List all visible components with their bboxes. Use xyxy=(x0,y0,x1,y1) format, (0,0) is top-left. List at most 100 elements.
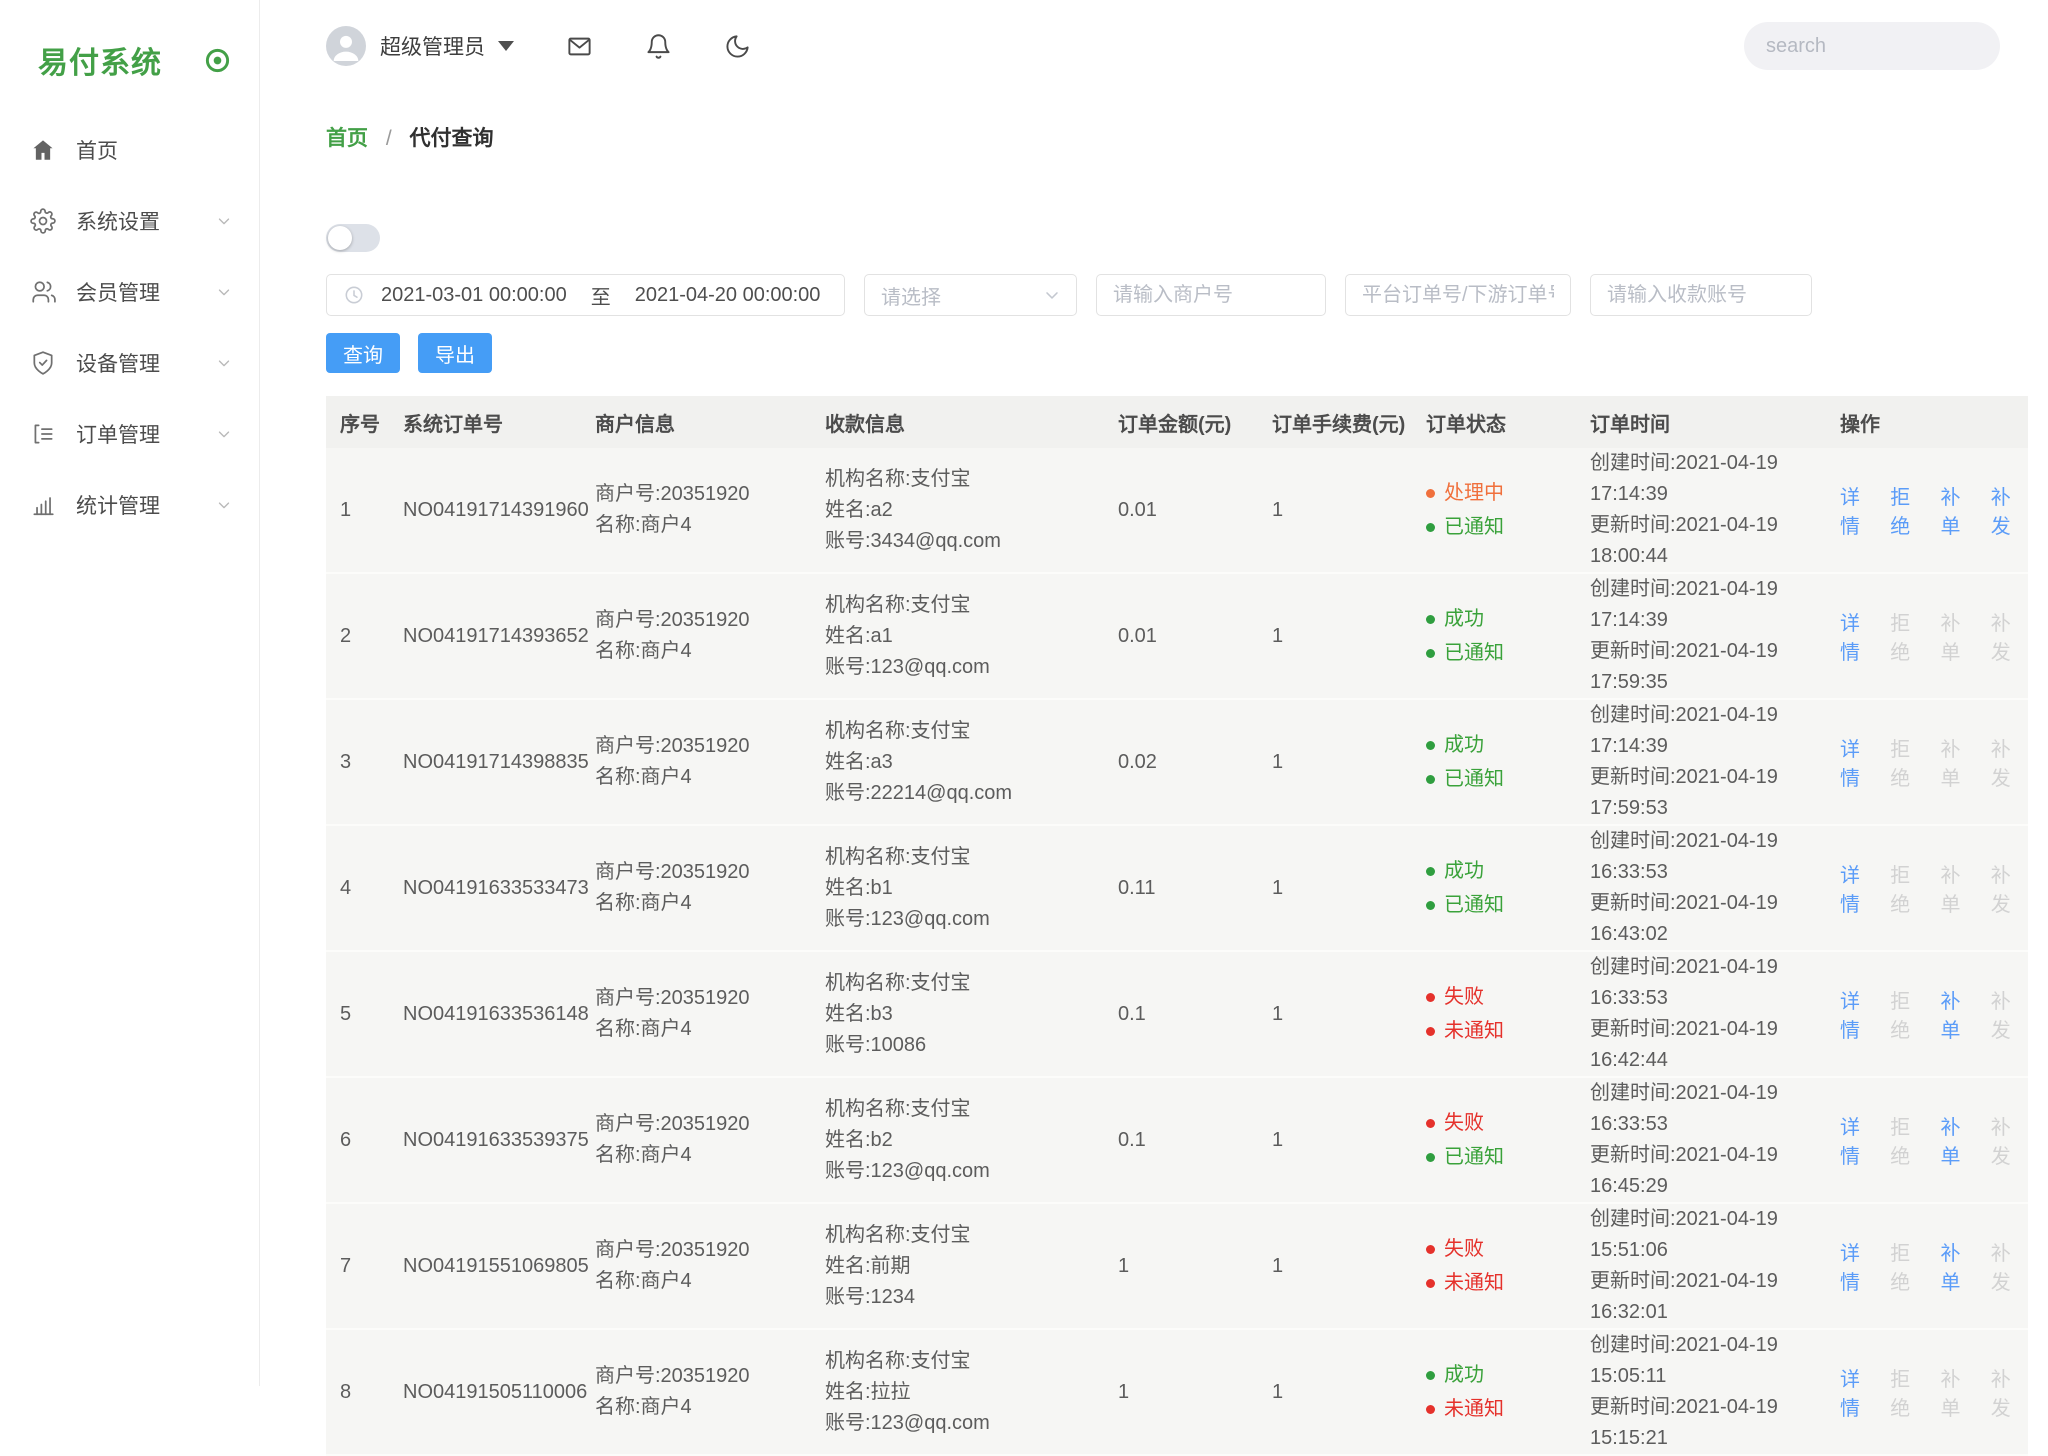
action-detail[interactable]: 详情 xyxy=(1840,859,1877,917)
action-reorder: 补单 xyxy=(1941,859,1978,917)
action-detail[interactable]: 详情 xyxy=(1840,607,1877,665)
time-line: 更新时间:2021-04-19 18:00:44 xyxy=(1590,510,1840,572)
avatar[interactable] xyxy=(326,26,366,66)
status-badge: 已通知 xyxy=(1426,1140,1578,1174)
order-no-cell: NO04191633536148 xyxy=(403,999,595,1030)
status-cell: 失败未通知 xyxy=(1418,1232,1578,1300)
merchant-line: 名称:商户4 xyxy=(595,1392,825,1423)
column-header: 订单状态 xyxy=(1418,408,1578,437)
payee-info-cell: 机构名称:支付宝姓名:a3账号:22214@qq.com xyxy=(825,716,1110,809)
payee-line: 姓名:前期 xyxy=(825,1251,1110,1282)
order-amount: 0.02 xyxy=(1118,747,1262,778)
action-detail[interactable]: 详情 xyxy=(1840,481,1877,539)
actions-cell: 详情拒绝补单补发 xyxy=(1840,1237,2028,1295)
time-cell: 创建时间:2021-04-19 15:05:11更新时间:2021-04-19 … xyxy=(1578,1330,1840,1454)
action-reorder[interactable]: 补单 xyxy=(1941,1237,1978,1295)
merchant-line: 名称:商户4 xyxy=(595,1014,825,1045)
amount-cell: 0.02 xyxy=(1110,747,1262,778)
status-dot xyxy=(1426,649,1435,658)
time-cell: 创建时间:2021-04-19 17:14:39更新时间:2021-04-19 … xyxy=(1578,448,1840,572)
sidebar-item-member-management[interactable]: 会员管理 xyxy=(0,256,259,327)
action-detail[interactable]: 详情 xyxy=(1840,733,1877,791)
time-cell: 创建时间:2021-04-19 17:14:39更新时间:2021-04-19 … xyxy=(1578,700,1840,824)
status-select[interactable]: 请选择 xyxy=(864,274,1077,316)
action-resend[interactable]: 补发 xyxy=(1991,481,2028,539)
column-header: 订单金额(元) xyxy=(1110,408,1262,437)
order-no-input[interactable] xyxy=(1362,284,1554,307)
sidebar-item-label: 系统设置 xyxy=(76,206,215,236)
status-cell: 成功已通知 xyxy=(1418,602,1578,670)
merchant-line: 名称:商户4 xyxy=(595,762,825,793)
payee-info-cell: 机构名称:支付宝姓名:b2账号:123@qq.com xyxy=(825,1094,1110,1187)
action-detail[interactable]: 详情 xyxy=(1840,985,1877,1043)
sidebar-item-label: 首页 xyxy=(76,135,215,165)
merchant-line: 名称:商户4 xyxy=(595,510,825,541)
order-fee: 1 xyxy=(1272,1125,1418,1156)
action-reject[interactable]: 拒绝 xyxy=(1890,481,1927,539)
sidebar-item-system-settings[interactable]: 系统设置 xyxy=(0,185,259,256)
action-resend: 补发 xyxy=(1991,733,2028,791)
order-no: NO04191505110006 xyxy=(403,1377,595,1408)
sidebar-item-device-management[interactable]: 设备管理 xyxy=(0,327,259,398)
user-dropdown[interactable]: 超级管理员 xyxy=(326,26,514,66)
action-detail[interactable]: 详情 xyxy=(1840,1363,1877,1421)
status-badge: 已通知 xyxy=(1426,762,1578,796)
sidebar-menu: 首页 系统设置 会员管理 设备管理 订单管理 统计管理 xyxy=(0,114,259,540)
action-reject: 拒绝 xyxy=(1890,1363,1927,1421)
time-line: 创建时间:2021-04-19 16:33:53 xyxy=(1590,826,1840,888)
date-range-picker[interactable]: 2021-03-01 00:00:00 至 2021-04-20 00:00:0… xyxy=(326,274,845,316)
status-cell: 成功已通知 xyxy=(1418,854,1578,922)
action-detail[interactable]: 详情 xyxy=(1840,1111,1877,1169)
table-row: 6NO04191633539375商户号:20351920名称:商户4机构名称:… xyxy=(326,1078,2028,1204)
status-label: 成功 xyxy=(1444,1358,1484,1392)
mail-icon[interactable] xyxy=(566,33,593,60)
filter-toggle-switch[interactable] xyxy=(326,224,380,252)
chart-icon xyxy=(30,492,56,518)
breadcrumb-home-link[interactable]: 首页 xyxy=(326,127,368,150)
status-label: 未通知 xyxy=(1444,1392,1504,1426)
target-collapse-icon[interactable] xyxy=(204,47,231,74)
table-row: 1NO04191714391960商户号:20351920名称:商户4机构名称:… xyxy=(326,448,2028,574)
status-label: 已通知 xyxy=(1444,510,1504,544)
row-index-cell: 5 xyxy=(326,999,403,1030)
date-end-value: 2021-04-20 00:00:00 xyxy=(635,284,821,307)
payee-line: 姓名:b2 xyxy=(825,1125,1110,1156)
action-reorder[interactable]: 补单 xyxy=(1941,1111,1978,1169)
time-line: 创建时间:2021-04-19 15:05:11 xyxy=(1590,1330,1840,1392)
action-reorder[interactable]: 补单 xyxy=(1941,481,1978,539)
merchant-no-input[interactable] xyxy=(1113,284,1309,307)
time-line: 创建时间:2021-04-19 16:33:53 xyxy=(1590,952,1840,1014)
action-reorder[interactable]: 补单 xyxy=(1941,985,1978,1043)
sidebar-item-order-management[interactable]: 订单管理 xyxy=(0,398,259,469)
fee-cell: 1 xyxy=(1262,1377,1418,1408)
export-button[interactable]: 导出 xyxy=(418,333,492,373)
bell-icon[interactable] xyxy=(645,33,672,60)
sidebar-item-home[interactable]: 首页 xyxy=(0,114,259,185)
home-icon xyxy=(30,137,56,163)
moon-icon[interactable] xyxy=(724,33,751,60)
order-no-cell: NO04191551069805 xyxy=(403,1251,595,1282)
time-line: 更新时间:2021-04-19 15:15:21 xyxy=(1590,1392,1840,1454)
action-reject: 拒绝 xyxy=(1890,1237,1927,1295)
sidebar-item-statistics-management[interactable]: 统计管理 xyxy=(0,469,259,540)
search-input[interactable] xyxy=(1766,35,2031,58)
column-header: 操作 xyxy=(1840,408,2028,437)
row-index-cell: 8 xyxy=(326,1377,403,1408)
status-badge: 失败 xyxy=(1426,980,1578,1014)
action-detail[interactable]: 详情 xyxy=(1840,1237,1877,1295)
payee-line: 姓名:b3 xyxy=(825,999,1110,1030)
actions-cell: 详情拒绝补单补发 xyxy=(1840,985,2028,1043)
order-no: NO04191714393652 xyxy=(403,621,595,652)
order-fee: 1 xyxy=(1272,621,1418,652)
table-header-row: 序号系统订单号商户信息收款信息订单金额(元)订单手续费(元)订单状态订单时间操作 xyxy=(326,396,2028,448)
status-label: 已通知 xyxy=(1444,1140,1504,1174)
status-label: 未通知 xyxy=(1444,1014,1504,1048)
action-resend: 补发 xyxy=(1991,985,2028,1043)
query-button[interactable]: 查询 xyxy=(326,333,400,373)
status-label: 处理中 xyxy=(1444,476,1504,510)
payee-account-input[interactable] xyxy=(1607,284,1795,307)
filter-bar: 2021-03-01 00:00:00 至 2021-04-20 00:00:0… xyxy=(326,274,2048,316)
status-dot xyxy=(1426,993,1435,1002)
chevron-down-icon xyxy=(215,496,233,514)
amount-cell: 0.1 xyxy=(1110,999,1262,1030)
